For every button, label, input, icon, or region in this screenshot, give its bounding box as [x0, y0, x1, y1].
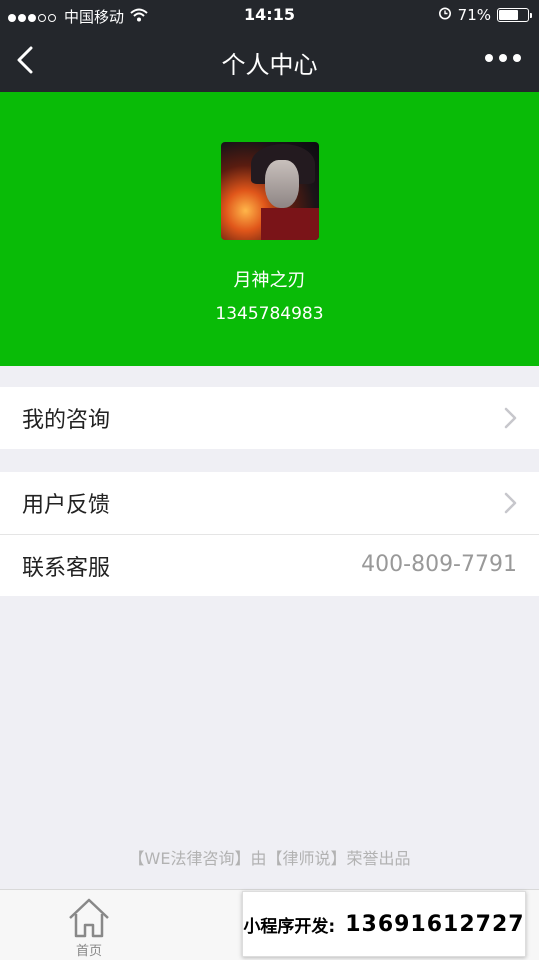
alarm-icon — [438, 6, 452, 24]
footer-credit: 【WE法律咨询】由【律师说】荣誉出品 — [128, 849, 411, 868]
promo-label: 小程序开发: — [243, 916, 336, 937]
status-right: 71% — [438, 6, 532, 24]
menu-item-label: 联系客服 — [22, 555, 111, 581]
tab-home[interactable]: 首页 — [60, 896, 118, 959]
menu-item-my-consultation[interactable]: 我的咨询 — [0, 387, 539, 449]
avatar[interactable] — [221, 142, 319, 240]
menu-group-support: 用户反馈 联系客服 400-809-7791 — [0, 472, 539, 596]
service-phone[interactable]: 400-809-7791 — [361, 552, 517, 577]
home-icon — [69, 898, 109, 938]
nav-bar: 个人中心 — [0, 30, 539, 92]
username: 月神之刃 — [233, 270, 306, 291]
tab-home-label: 首页 — [75, 944, 102, 959]
menu-item-feedback[interactable]: 用户反馈 — [0, 472, 539, 534]
battery-percent: 71% — [457, 6, 491, 24]
menu-group-consult: 我的咨询 — [0, 387, 539, 449]
status-bar: 中国移动 14:15 71% — [0, 0, 539, 30]
chevron-right-icon — [504, 407, 517, 429]
promo-number: 13691612727 — [345, 911, 525, 937]
battery-icon — [497, 8, 532, 22]
phone-number: 1345784983 — [215, 304, 324, 324]
menu-item-label: 用户反馈 — [22, 493, 111, 518]
promo-banner: 小程序开发: 13691612727 — [242, 891, 526, 957]
profile-header: 月神之刃 1345784983 — [0, 92, 539, 366]
page-title: 个人中心 — [221, 51, 318, 79]
more-dots-icon[interactable] — [485, 54, 521, 62]
menu-item-label: 我的咨询 — [22, 408, 111, 433]
chevron-right-icon — [504, 492, 517, 514]
menu-item-contact-service[interactable]: 联系客服 400-809-7791 — [0, 534, 539, 596]
